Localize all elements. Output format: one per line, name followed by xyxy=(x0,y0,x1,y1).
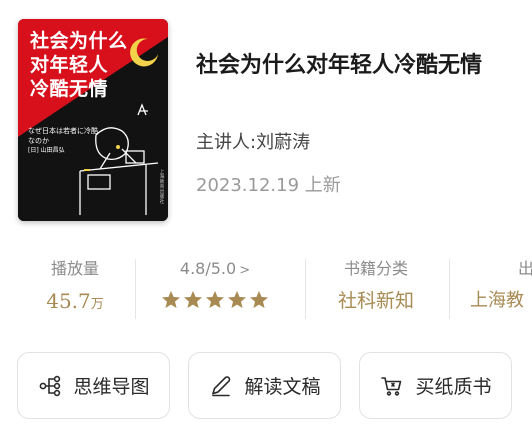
buy-book-button[interactable]: 买纸质书 xyxy=(359,352,512,419)
transcript-button[interactable]: 解读文稿 xyxy=(188,352,341,419)
publisher-label: 出 xyxy=(518,259,532,278)
star-icon xyxy=(162,291,180,308)
stat-publisher[interactable]: 出 上海教 xyxy=(470,258,532,315)
rating-label: 4.8/5.0 > xyxy=(150,258,280,282)
transcript-label: 解读文稿 xyxy=(244,376,321,398)
star-icon xyxy=(184,291,202,308)
rating-stars xyxy=(150,290,280,314)
cover-title-line-1: 社会为什么 xyxy=(30,30,128,52)
speaker-label: 主讲人:刘蔚涛 xyxy=(196,132,311,153)
mind-map-icon xyxy=(37,373,63,399)
rating-value: 4.8/5.0 xyxy=(179,259,237,278)
cover-subtitle: なぜ日本は若者に冷酷なのか xyxy=(28,127,98,145)
mind-map-button[interactable]: 思维导图 xyxy=(17,352,170,419)
buy-book-label: 买纸质书 xyxy=(415,376,492,398)
views-value: 45.7万 xyxy=(32,287,118,319)
divider xyxy=(449,259,450,319)
star-icon xyxy=(250,291,268,308)
divider xyxy=(305,259,306,319)
cover-publisher: 上海教育出版社 xyxy=(159,169,164,204)
release-date: 2023.12.19 上新 xyxy=(196,175,341,196)
cover-author: [日] 山田昌弘 xyxy=(28,147,65,154)
chevron-right-icon: > xyxy=(239,263,251,278)
stat-category[interactable]: 书籍分类 社科新知 xyxy=(316,258,436,315)
views-unit: 万 xyxy=(90,297,104,312)
book-cover[interactable]: 社会为什么 对年轻人 冷酷无情 なぜ日本は若者に冷酷なのか [日] 山田昌弘 上… xyxy=(18,19,168,221)
book-title: 社会为什么对年轻人冷酷无情 xyxy=(196,53,483,78)
publisher-value: 上海教 xyxy=(470,290,524,311)
star-icon xyxy=(228,291,246,308)
cover-title-line-2: 对年轻人 xyxy=(30,54,109,76)
star-icon xyxy=(206,291,224,308)
pen-icon xyxy=(208,373,234,399)
cart-icon xyxy=(379,373,405,399)
category-value: 社科新知 xyxy=(337,290,414,312)
mind-map-label: 思维导图 xyxy=(73,376,150,398)
stat-rating[interactable]: 4.8/5.0 > xyxy=(150,258,280,314)
views-label: 播放量 xyxy=(50,259,99,278)
divider xyxy=(135,259,136,319)
stat-views: 播放量 45.7万 xyxy=(32,258,118,319)
views-number: 45.7 xyxy=(46,289,91,313)
cover-title-line-3: 冷酷无情 xyxy=(30,78,109,100)
category-label: 书籍分类 xyxy=(343,259,408,278)
